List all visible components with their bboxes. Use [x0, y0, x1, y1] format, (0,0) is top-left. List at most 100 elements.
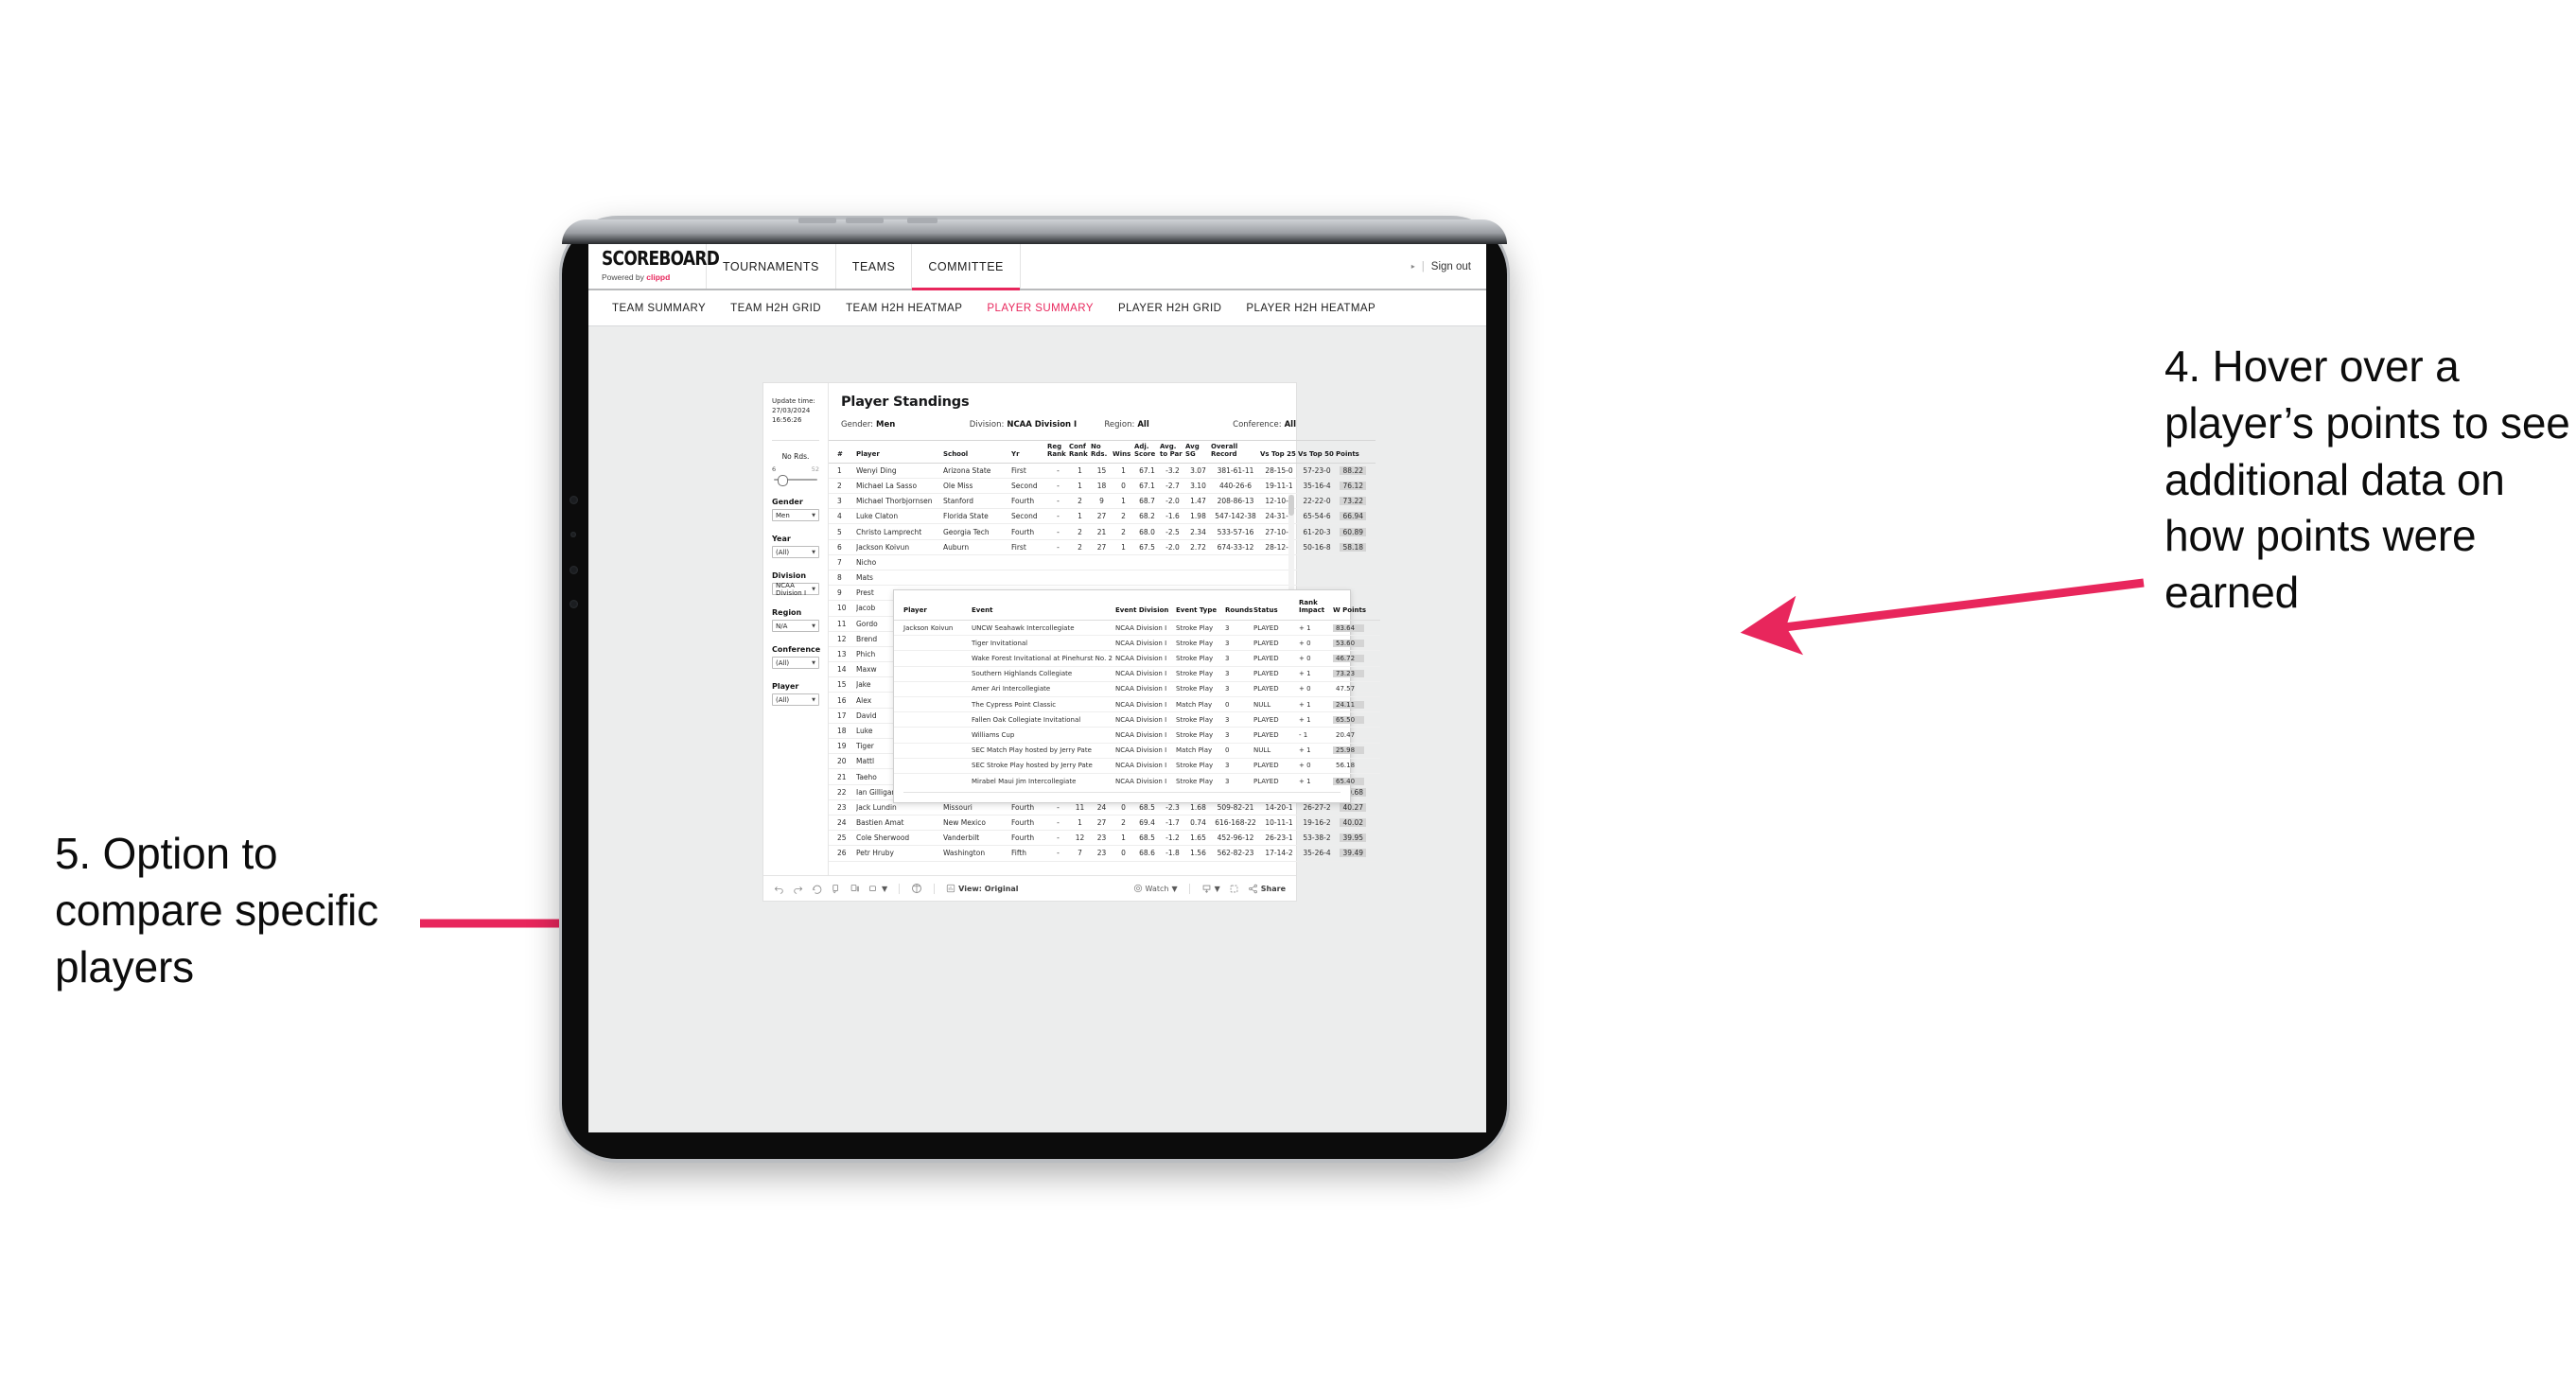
scrollbar-thumb[interactable]	[1288, 495, 1294, 516]
col-conf-rank[interactable]: Conf Rank	[1069, 440, 1091, 464]
rank-cell: 13	[829, 646, 856, 663]
meta-value: NCAA Division I	[1007, 420, 1078, 430]
points-cell[interactable]: 39.49	[1336, 845, 1376, 862]
redo-icon[interactable]	[793, 884, 803, 894]
col-avg-sg[interactable]: Avg SG	[1185, 440, 1211, 464]
tab-player-h2h-grid[interactable]: PLAYER H2H GRID	[1106, 303, 1234, 314]
brand-logo[interactable]: SCOREBOARD Powered by clippd	[588, 244, 720, 289]
nav-item-tournaments[interactable]: TOURNAMENTS	[707, 244, 836, 289]
points-value[interactable]: 66.94	[1340, 512, 1366, 521]
tab-player-summary[interactable]: PLAYER SUMMARY	[974, 303, 1106, 314]
nav-item-teams[interactable]: TEAMS	[836, 244, 913, 289]
conf-rank-cell: 2	[1069, 539, 1091, 555]
overall-record-cell: 674-33-12	[1211, 539, 1260, 555]
points-value[interactable]: 76.12	[1340, 481, 1366, 490]
col-adj-score[interactable]: Adj. Score	[1134, 440, 1160, 464]
points-cell[interactable]	[1336, 570, 1376, 587]
yr-cell: Fourth	[1011, 815, 1047, 832]
tt-player-cell	[894, 681, 972, 698]
chevron-right-icon[interactable]: ▸	[1411, 262, 1415, 271]
col-yr[interactable]: Yr	[1011, 440, 1047, 464]
points-value[interactable]: 60.89	[1340, 527, 1366, 536]
table-row[interactable]: 2 Michael La Sasso Ole Miss Second -1 18 0 67.1…	[829, 478, 1376, 495]
points-value[interactable]: 88.22	[1340, 465, 1366, 475]
filter-select-gender[interactable]: Men ▼	[772, 509, 819, 522]
tt-rounds-cell: 3	[1225, 681, 1253, 698]
filter-select-region[interactable]: N/A ▼	[772, 620, 819, 633]
col-vs-top-25[interactable]: Vs Top 25	[1260, 440, 1298, 464]
nav-label: TOURNAMENTS	[723, 259, 819, 273]
undo-icon[interactable]	[774, 884, 784, 894]
table-row[interactable]: 25 Cole Sherwood Vanderbilt Fourth -12 23 1 68.…	[829, 830, 1376, 847]
update-time-value: 27/03/2024 16:56:26	[772, 407, 811, 425]
tt-rank-impact-cell: + 0	[1299, 650, 1333, 667]
col-vs-top-50[interactable]: Vs Top 50	[1298, 440, 1336, 464]
table-row[interactable]: 24 Bastien Amat New Mexico Fourth -1 27 2 69.4-…	[829, 815, 1376, 832]
col-rank[interactable]: #	[829, 440, 856, 464]
view-original-toggle-icon[interactable]: ▼	[868, 884, 887, 894]
points-value[interactable]: 73.22	[1340, 497, 1366, 506]
points-cell[interactable]: 39.95	[1336, 830, 1376, 847]
points-cell[interactable]: 73.22	[1336, 493, 1376, 510]
table-row[interactable]: 1 Wenyi Ding Arizona State First -1 15 1 67.1 -3…	[829, 463, 1376, 479]
conf-rank-cell: 1	[1069, 463, 1091, 479]
col-wins[interactable]: Wins	[1113, 440, 1134, 464]
col-reg-rank[interactable]: Reg Rank	[1047, 440, 1069, 464]
points-cell[interactable]: 66.94	[1336, 508, 1376, 525]
tab-player-h2h-heatmap[interactable]: PLAYER H2H HEATMAP	[1234, 303, 1388, 314]
points-value[interactable]: 58.18	[1340, 542, 1366, 552]
points-cell[interactable]	[1336, 554, 1376, 570]
pause-updates-icon[interactable]	[850, 884, 860, 894]
watch-button[interactable]: Watch ▼	[1133, 884, 1178, 893]
col-no-rds[interactable]: No Rds.	[1091, 440, 1113, 464]
col-school[interactable]: School	[943, 440, 1011, 464]
table-row[interactable]: 26 Petr Hruby Washington Fifth -7 23 0 68.6 -1.8…	[829, 845, 1376, 862]
points-value[interactable]: 40.27	[1340, 802, 1366, 812]
player-cell: Mats	[856, 570, 943, 587]
fullscreen-button[interactable]	[1229, 884, 1239, 894]
points-cell[interactable]: 58.18	[1336, 539, 1376, 555]
points-value[interactable]: 39.49	[1340, 849, 1366, 858]
col-player[interactable]: Player	[856, 440, 943, 464]
tooltip-body: Jackson Koivun UNCW Seahawk Intercollegia…	[894, 620, 1380, 789]
rank-cell: 22	[829, 784, 856, 800]
adj-score-cell: 68.2	[1134, 508, 1160, 525]
points-cell[interactable]: 40.02	[1336, 815, 1376, 832]
wins-cell: 2	[1113, 508, 1134, 525]
filter-value: N/A	[776, 622, 788, 630]
rank-cell: 3	[829, 493, 856, 510]
tab-team-summary[interactable]: TEAM SUMMARY	[600, 303, 718, 314]
points-value[interactable]: 39.95	[1340, 833, 1366, 843]
col-overall-record[interactable]: Overall Record	[1211, 440, 1260, 464]
share-button[interactable]: Share	[1248, 884, 1286, 894]
no-rounds-slider[interactable]	[772, 475, 819, 487]
filter-select-player[interactable]: (All) ▼	[772, 693, 819, 707]
tt-rank-impact-cell: + 1	[1299, 743, 1333, 759]
tab-team-h2h-heatmap[interactable]: TEAM H2H HEATMAP	[833, 303, 974, 314]
nav-item-committee[interactable]: COMMITTEE	[912, 244, 1021, 290]
overall-record-cell: 440-26-6	[1211, 478, 1260, 495]
overall-record-cell	[1211, 554, 1260, 570]
filter-select-conference[interactable]: (All) ▼	[772, 657, 819, 670]
tab-team-h2h-grid[interactable]: TEAM H2H GRID	[718, 303, 833, 314]
revert-icon[interactable]	[812, 884, 822, 894]
rank-cell: 19	[829, 738, 856, 755]
filter-select-division[interactable]: NCAA Division I ▼	[772, 582, 819, 597]
col-points[interactable]: Points	[1336, 440, 1376, 464]
tt-rank-impact-cell: + 0	[1299, 758, 1333, 774]
view-original-button[interactable]: View: Original	[946, 884, 1019, 893]
sign-out-link[interactable]: Sign out	[1431, 261, 1471, 272]
refresh-data-icon[interactable]	[831, 884, 841, 894]
download-button[interactable]: ▼	[1201, 884, 1220, 894]
player-cell: Michael Thorbjornsen	[856, 493, 943, 510]
filter-select-year[interactable]: (All) ▼	[772, 546, 819, 559]
slider-handle[interactable]	[778, 475, 788, 487]
points-value[interactable]: 40.02	[1340, 818, 1366, 828]
points-cell[interactable]: 88.22	[1336, 463, 1376, 479]
points-cell[interactable]: 76.12	[1336, 478, 1376, 495]
tt-event-cell: The Cypress Point Classic	[972, 696, 1115, 713]
col-avg-to-par[interactable]: Avg. to Par	[1160, 440, 1185, 464]
points-cell[interactable]: 60.89	[1336, 523, 1376, 540]
avg-to-par-cell: -2.5	[1160, 523, 1185, 540]
device-preview-icon[interactable]	[911, 883, 922, 894]
